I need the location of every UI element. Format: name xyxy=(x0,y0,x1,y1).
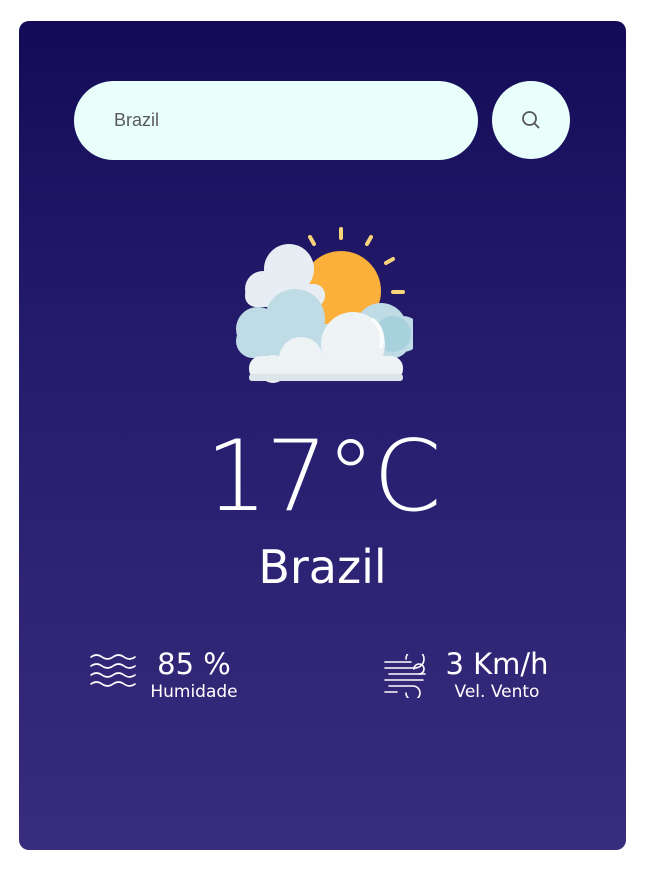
search-icon xyxy=(522,111,540,129)
search-input[interactable] xyxy=(74,81,478,160)
search-bar xyxy=(74,81,570,160)
weather-card: 17°C Brazil 85 % Humidade xyxy=(19,21,626,850)
wind-label: Vel. Vento xyxy=(454,682,540,702)
wind-icon xyxy=(384,654,426,698)
search-button[interactable] xyxy=(492,81,570,159)
humidity-value: 85 % xyxy=(157,647,231,681)
city-name: Brazil xyxy=(258,540,387,594)
wind-value: 3 Km/h xyxy=(445,647,549,681)
partly-cloudy-icon xyxy=(236,227,413,383)
humidity-waves-icon xyxy=(90,654,136,687)
humidity-stat: 85 % Humidade xyxy=(90,646,260,706)
wind-stat: 3 Km/h Vel. Vento xyxy=(383,646,583,706)
temperature: 17°C xyxy=(205,420,441,534)
humidity-label: Humidade xyxy=(150,682,238,702)
